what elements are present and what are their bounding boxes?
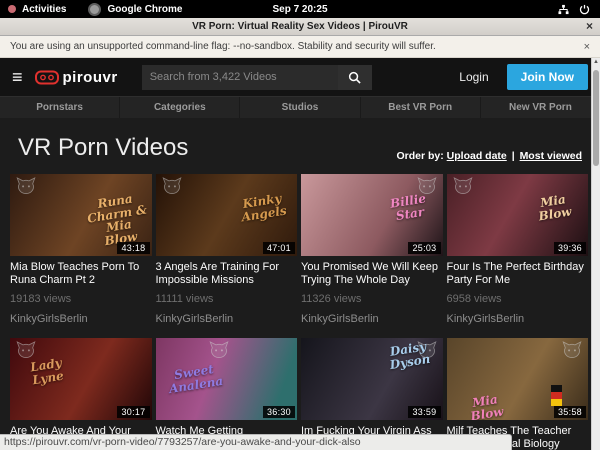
search-bar (142, 65, 372, 90)
system-top-bar: Activities Google Chrome Sep 7 20:25 (0, 0, 600, 18)
video-title-link[interactable]: Mia Blow Teaches Porn To Runa Charm Pt 2 (10, 261, 152, 287)
thumbnail-overlay-text: Mia Blow (453, 390, 518, 420)
studio-watermark-cat-icon (453, 177, 473, 194)
nav-item-categories[interactable]: Categories (119, 97, 239, 118)
order-separator: | (512, 150, 515, 162)
duration-badge: 47:01 (263, 242, 295, 254)
video-thumbnail[interactable]: Daisy Dyson 33:59 (301, 338, 443, 420)
scrollbar-up-arrow[interactable]: ▲ (592, 59, 600, 65)
video-grid: Runa Charm & Mia Blow 43:18 Mia Blow Tea… (0, 174, 600, 450)
thumbnail-overlay-text: Kinky Angels (230, 191, 295, 226)
studio-watermark-cat-icon (16, 177, 36, 194)
studio-watermark-cat-icon (209, 341, 229, 358)
video-card[interactable]: Billie Star 25:03 You Promised We Will K… (301, 174, 443, 325)
thumbnail-overlay-text: Mia Blow (521, 191, 586, 226)
window-title: VR Porn: Virtual Reality Sex Videos | Pi… (0, 21, 600, 32)
active-app-menu[interactable]: Google Chrome (107, 4, 182, 15)
window-titlebar: VR Porn: Virtual Reality Sex Videos | Pi… (0, 18, 600, 36)
order-by: Order by: Upload date | Most viewed (396, 150, 582, 162)
system-clock[interactable]: Sep 7 20:25 (272, 4, 327, 15)
site-logo[interactable]: pirouvr (35, 69, 118, 86)
video-thumbnail[interactable]: Kinky Angels 47:01 (156, 174, 298, 256)
video-thumbnail[interactable]: Sweet Analena 36:30 (156, 338, 298, 420)
video-title-link[interactable]: Four Is The Perfect Birthday Party For M… (447, 261, 589, 287)
video-thumbnail[interactable]: Runa Charm & Mia Blow 43:18 (10, 174, 152, 256)
menu-icon[interactable]: ≡ (12, 68, 23, 86)
video-card[interactable]: Mia Blow 39:36 Four Is The Perfect Birth… (447, 174, 589, 325)
thumbnail-overlay-text: Daisy Dyson (376, 338, 441, 373)
duration-badge: 25:03 (408, 242, 440, 254)
video-views: 19183 views (10, 293, 152, 305)
video-views: 11326 views (301, 293, 443, 305)
video-thumbnail[interactable]: Lady Lyne 30:17 (10, 338, 152, 420)
thumbnail-overlay-text: Sweet Analena (162, 361, 227, 396)
video-title-link[interactable]: You Promised We Will Keep Trying The Who… (301, 261, 443, 287)
nav-item-best-vr-porn[interactable]: Best VR Porn (360, 97, 480, 118)
window-close-button[interactable]: × (586, 19, 593, 33)
order-most-viewed-link[interactable]: Most viewed (520, 150, 582, 162)
nav-item-pornstars[interactable]: Pornstars (0, 97, 119, 118)
video-card[interactable]: Kinky Angels 47:01 3 Angels Are Training… (156, 174, 298, 325)
scrollbar[interactable]: ▲ (591, 58, 600, 450)
infobar-message: You are using an unsupported command-lin… (10, 41, 584, 52)
nav-item-new-vr-porn[interactable]: New VR Porn (480, 97, 600, 118)
order-by-label: Order by: (396, 150, 443, 162)
search-icon (348, 71, 361, 84)
recording-indicator-icon (8, 5, 16, 13)
logo-text: pirouvr (63, 69, 118, 86)
video-thumbnail[interactable]: Billie Star 25:03 (301, 174, 443, 256)
video-views: 11111 views (156, 293, 298, 305)
video-studio-link[interactable]: KinkyGirlsBerlin (10, 313, 152, 325)
duration-badge: 35:58 (554, 406, 586, 418)
activities-button[interactable]: Activities (22, 4, 66, 15)
power-icon[interactable] (579, 4, 590, 15)
studio-watermark-cat-icon (16, 341, 36, 358)
video-thumbnail[interactable]: Mia Blow 35:58 (447, 338, 589, 420)
duration-badge: 30:17 (117, 406, 149, 418)
duration-badge: 43:18 (117, 242, 149, 254)
video-studio-link[interactable]: KinkyGirlsBerlin (447, 313, 589, 325)
main-nav: Pornstars Categories Studios Best VR Por… (0, 96, 600, 118)
studio-watermark-cat-icon (562, 341, 582, 358)
scrollbar-thumb[interactable] (593, 70, 599, 166)
status-url-bubble: https://pirouvr.com/vr-porn-video/779325… (0, 434, 512, 450)
join-now-button[interactable]: Join Now (507, 64, 588, 90)
video-views: 6958 views (447, 293, 589, 305)
nav-item-studios[interactable]: Studios (239, 97, 359, 118)
studio-watermark-cat-icon (162, 177, 182, 194)
page-title: VR Porn Videos (18, 134, 188, 162)
vr-goggles-icon (35, 70, 59, 85)
duration-badge: 33:59 (408, 406, 440, 418)
thumbnail-overlay-text: Billie Star (376, 191, 441, 226)
thumbnail-overlay-text: Lady Lyne (14, 355, 79, 390)
heading-row: VR Porn Videos Order by: Upload date | M… (0, 118, 600, 174)
infobar-close-button[interactable]: × (584, 41, 590, 53)
video-studio-link[interactable]: KinkyGirlsBerlin (301, 313, 443, 325)
video-card[interactable]: Runa Charm & Mia Blow 43:18 Mia Blow Tea… (10, 174, 152, 325)
duration-badge: 39:36 (554, 242, 586, 254)
chrome-app-icon (88, 3, 101, 16)
chrome-infobar: You are using an unsupported command-lin… (0, 36, 600, 58)
order-upload-date-link[interactable]: Upload date (447, 150, 507, 162)
screen: Activities Google Chrome Sep 7 20:25 VR … (0, 0, 600, 450)
video-studio-link[interactable]: KinkyGirlsBerlin (156, 313, 298, 325)
video-thumbnail[interactable]: Mia Blow 39:36 (447, 174, 589, 256)
search-button[interactable] (338, 65, 372, 90)
site-header: ≡ pirouvr Login Join Now (0, 58, 600, 96)
video-title-link[interactable]: 3 Angels Are Training For Impossible Mis… (156, 261, 298, 287)
login-link[interactable]: Login (459, 70, 488, 84)
search-input[interactable] (142, 65, 338, 90)
network-icon[interactable] (558, 4, 569, 15)
duration-badge: 36:30 (263, 406, 295, 418)
